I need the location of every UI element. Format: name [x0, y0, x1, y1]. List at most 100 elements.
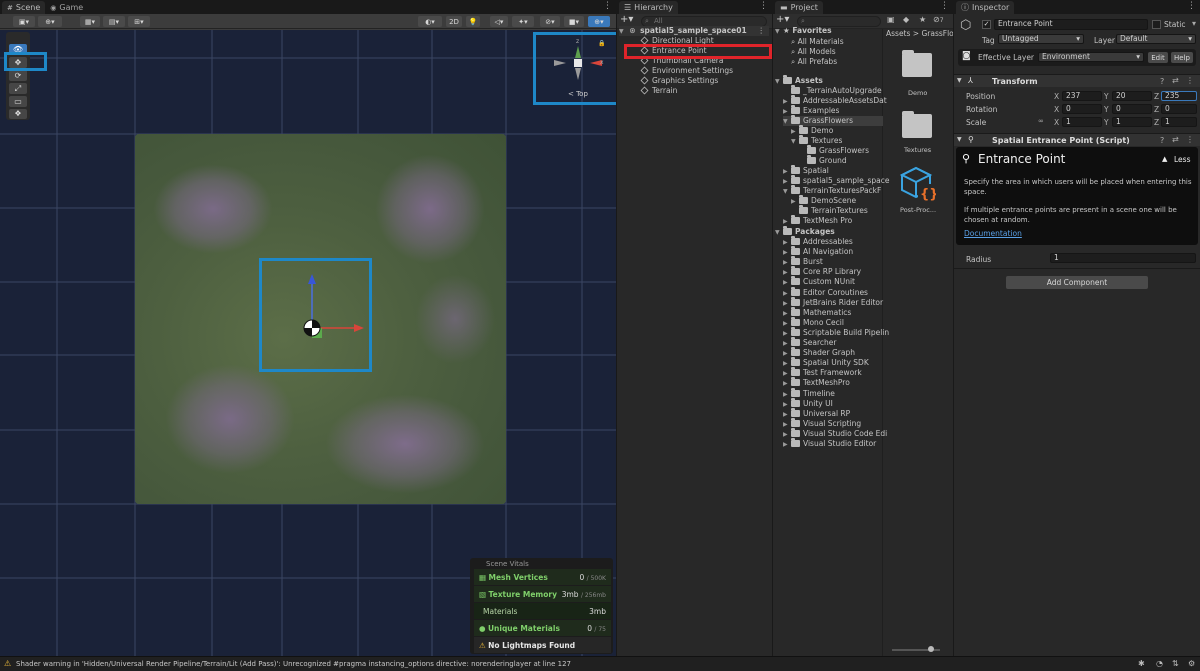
- package-tree-item[interactable]: ▶ TextMeshPro: [783, 377, 850, 388]
- add-icon[interactable]: +▾: [620, 14, 633, 25]
- settings-icon[interactable]: ⚙: [1188, 659, 1195, 668]
- scale-z-field[interactable]: 1: [1161, 117, 1197, 127]
- asset-tree-item[interactable]: ▼ Textures: [791, 135, 842, 147]
- edit-button[interactable]: Edit: [1148, 52, 1168, 63]
- package-tree-item[interactable]: ▶ Visual Studio Code Edi: [783, 427, 887, 439]
- chevron-right-icon[interactable]: ▶: [783, 440, 791, 450]
- asset-tree-item[interactable]: ▶ Demo: [791, 125, 833, 136]
- scale-x-field[interactable]: 1: [1062, 117, 1102, 127]
- console-message[interactable]: Shader warning in 'Hidden/Universal Rend…: [16, 660, 571, 668]
- orientation-button[interactable]: ⊕▾: [38, 16, 62, 27]
- asset-tree-item[interactable]: ▶ spatial5_sample_space: [783, 175, 890, 186]
- mode-2d-button[interactable]: 2D: [446, 16, 462, 27]
- more-menu-icon[interactable]: ⋮: [1186, 76, 1194, 85]
- transform-tool-icon[interactable]: ❖: [9, 109, 27, 119]
- rect-tool-icon[interactable]: ▭: [9, 96, 27, 107]
- label-icon[interactable]: ◆: [903, 15, 909, 24]
- hierarchy-item[interactable]: Environment Settings: [640, 66, 733, 76]
- hierarchy-item[interactable]: Graphics Settings: [640, 76, 718, 86]
- zoom-slider-thumb[interactable]: [928, 646, 934, 652]
- package-tree-item[interactable]: ▶ JetBrains Rider Editor: [783, 296, 883, 308]
- position-y-field[interactable]: 20: [1112, 91, 1152, 101]
- asset-tree-item[interactable]: TerrainTextures: [791, 205, 868, 216]
- scale-y-field[interactable]: 1: [1112, 117, 1152, 127]
- scale-tool-icon[interactable]: ⤢: [9, 83, 27, 94]
- favorite-item[interactable]: ⌕ All Materials: [791, 37, 844, 47]
- position-z-field[interactable]: 235: [1161, 91, 1197, 101]
- chevron-icon[interactable]: ▼: [791, 137, 799, 147]
- layer-dropdown[interactable]: Default ▾: [1116, 34, 1196, 44]
- tag-dropdown[interactable]: Untagged ▾: [998, 34, 1084, 44]
- chevron-icon[interactable]: ▼: [783, 187, 791, 197]
- package-tree-item[interactable]: ▶ Spatial Unity SDK: [783, 357, 869, 368]
- zoom-slider[interactable]: [892, 646, 940, 652]
- rotate-tool-icon[interactable]: ⟳: [9, 70, 27, 81]
- favorite-item[interactable]: ⌕ All Models: [791, 47, 836, 57]
- grid-visibility-button[interactable]: ▤▾: [103, 16, 125, 27]
- asset-tree-item[interactable]: ▼ GrassFlowers: [783, 115, 883, 126]
- search-by-type-icon[interactable]: ▣: [887, 15, 895, 24]
- shading-mode-button[interactable]: ◐▾: [418, 16, 442, 27]
- breadcrumb[interactable]: Assets > GrassFlo: [886, 29, 953, 38]
- lighting-toggle-icon[interactable]: 💡: [466, 16, 480, 27]
- assets-header[interactable]: ▼ Assets: [775, 75, 823, 86]
- tab-inspector[interactable]: ⓘ Inspector: [956, 1, 1015, 14]
- rotation-x-field[interactable]: 0: [1062, 104, 1102, 114]
- bug-icon[interactable]: ✱: [1138, 659, 1145, 668]
- static-checkbox[interactable]: [1152, 20, 1161, 29]
- increment-snap-button[interactable]: ⊞▾: [128, 16, 150, 27]
- star-icon[interactable]: ★: [919, 15, 926, 24]
- asset-tree-item[interactable]: ▶ AddressableAssetsDat: [783, 95, 887, 106]
- rotation-y-field[interactable]: 0: [1112, 104, 1152, 114]
- package-tree-item[interactable]: ▶ Scriptable Build Pipelin: [783, 326, 889, 338]
- packages-header[interactable]: ▼ Packages: [775, 226, 835, 237]
- folder-icon[interactable]: [902, 53, 932, 77]
- documentation-link[interactable]: Documentation: [964, 229, 1022, 238]
- camera-settings-icon[interactable]: ■▾: [564, 16, 584, 27]
- position-x-field[interactable]: 237: [1062, 91, 1102, 101]
- hierarchy-root-scene[interactable]: ▼ ⊛ spatial5_sample_space01 ⋮: [619, 26, 769, 36]
- package-tree-item[interactable]: ▶ Unity UI: [783, 397, 833, 409]
- package-tree-item[interactable]: ▶ Editor Coroutines: [783, 286, 868, 298]
- gizmos-toggle-icon[interactable]: ⊕▾: [588, 16, 610, 27]
- help-button[interactable]: Help: [1171, 52, 1193, 63]
- post-processing-asset-icon[interactable]: {}: [899, 166, 939, 202]
- more-menu-icon[interactable]: ⋮: [940, 1, 949, 11]
- more-menu-icon[interactable]: ⋮: [603, 1, 612, 11]
- tab-game[interactable]: ◉ Game: [45, 1, 88, 14]
- asset-tree-item[interactable]: _TerrainAutoUpgrade: [783, 85, 882, 96]
- folder-icon[interactable]: [902, 114, 932, 138]
- less-toggle[interactable]: Less: [1174, 155, 1190, 164]
- add-component-button[interactable]: Add Component: [1006, 276, 1148, 289]
- tab-hierarchy[interactable]: ☰ Hierarchy: [619, 1, 678, 14]
- audio-toggle-icon[interactable]: ◁▾: [490, 16, 508, 27]
- asset-tree-item[interactable]: ▼ TerrainTexturesPackF: [783, 185, 881, 197]
- tab-scene[interactable]: # Scene: [2, 1, 46, 14]
- object-name-field[interactable]: Entrance Point: [994, 19, 1148, 30]
- grid-snap-button[interactable]: ▦▾: [80, 16, 100, 27]
- more-menu-icon[interactable]: ⋮: [758, 26, 766, 36]
- triangle-up-icon[interactable]: ▲: [1162, 155, 1167, 163]
- package-tree-item[interactable]: ▶ Custom NUnit: [783, 276, 855, 287]
- preset-icon[interactable]: ⇄: [1172, 135, 1179, 144]
- rotation-z-field[interactable]: 0: [1161, 104, 1197, 114]
- link-icon[interactable]: ∞: [1038, 117, 1044, 125]
- asset-tree-item[interactable]: ▶ TextMesh Pro: [783, 215, 852, 226]
- more-menu-icon[interactable]: ▾: [1192, 19, 1196, 28]
- network-icon[interactable]: ⇅: [1172, 659, 1179, 668]
- package-tree-item[interactable]: ▶ Visual Studio Editor: [783, 438, 876, 450]
- move-handle[interactable]: [284, 270, 364, 350]
- eye-hidden-icon[interactable]: ⊘7: [933, 15, 944, 24]
- package-tree-item[interactable]: ▶ Visual Scripting: [783, 417, 861, 429]
- package-tree-item[interactable]: ▶ Burst: [783, 256, 823, 267]
- active-checkbox[interactable]: ✓: [982, 20, 991, 29]
- spatial-entrance-point-header[interactable]: ▼ ⚲ Spatial Entrance Point (Script) ? ⇄ …: [954, 133, 1200, 146]
- asset-tree-item[interactable]: ▶ Spatial: [783, 165, 829, 176]
- tab-project[interactable]: ▬ Project: [775, 1, 823, 14]
- help-icon[interactable]: ?: [1160, 77, 1164, 86]
- effects-toggle-icon[interactable]: ✦▾: [512, 16, 534, 27]
- transform-header[interactable]: ▼ ⅄ Transform ? ⇄ ⋮: [954, 74, 1200, 87]
- favorite-item[interactable]: ⌕ All Prefabs: [791, 57, 837, 67]
- more-menu-icon[interactable]: ⋮: [759, 1, 768, 11]
- package-tree-item[interactable]: ▶ Timeline: [783, 387, 835, 399]
